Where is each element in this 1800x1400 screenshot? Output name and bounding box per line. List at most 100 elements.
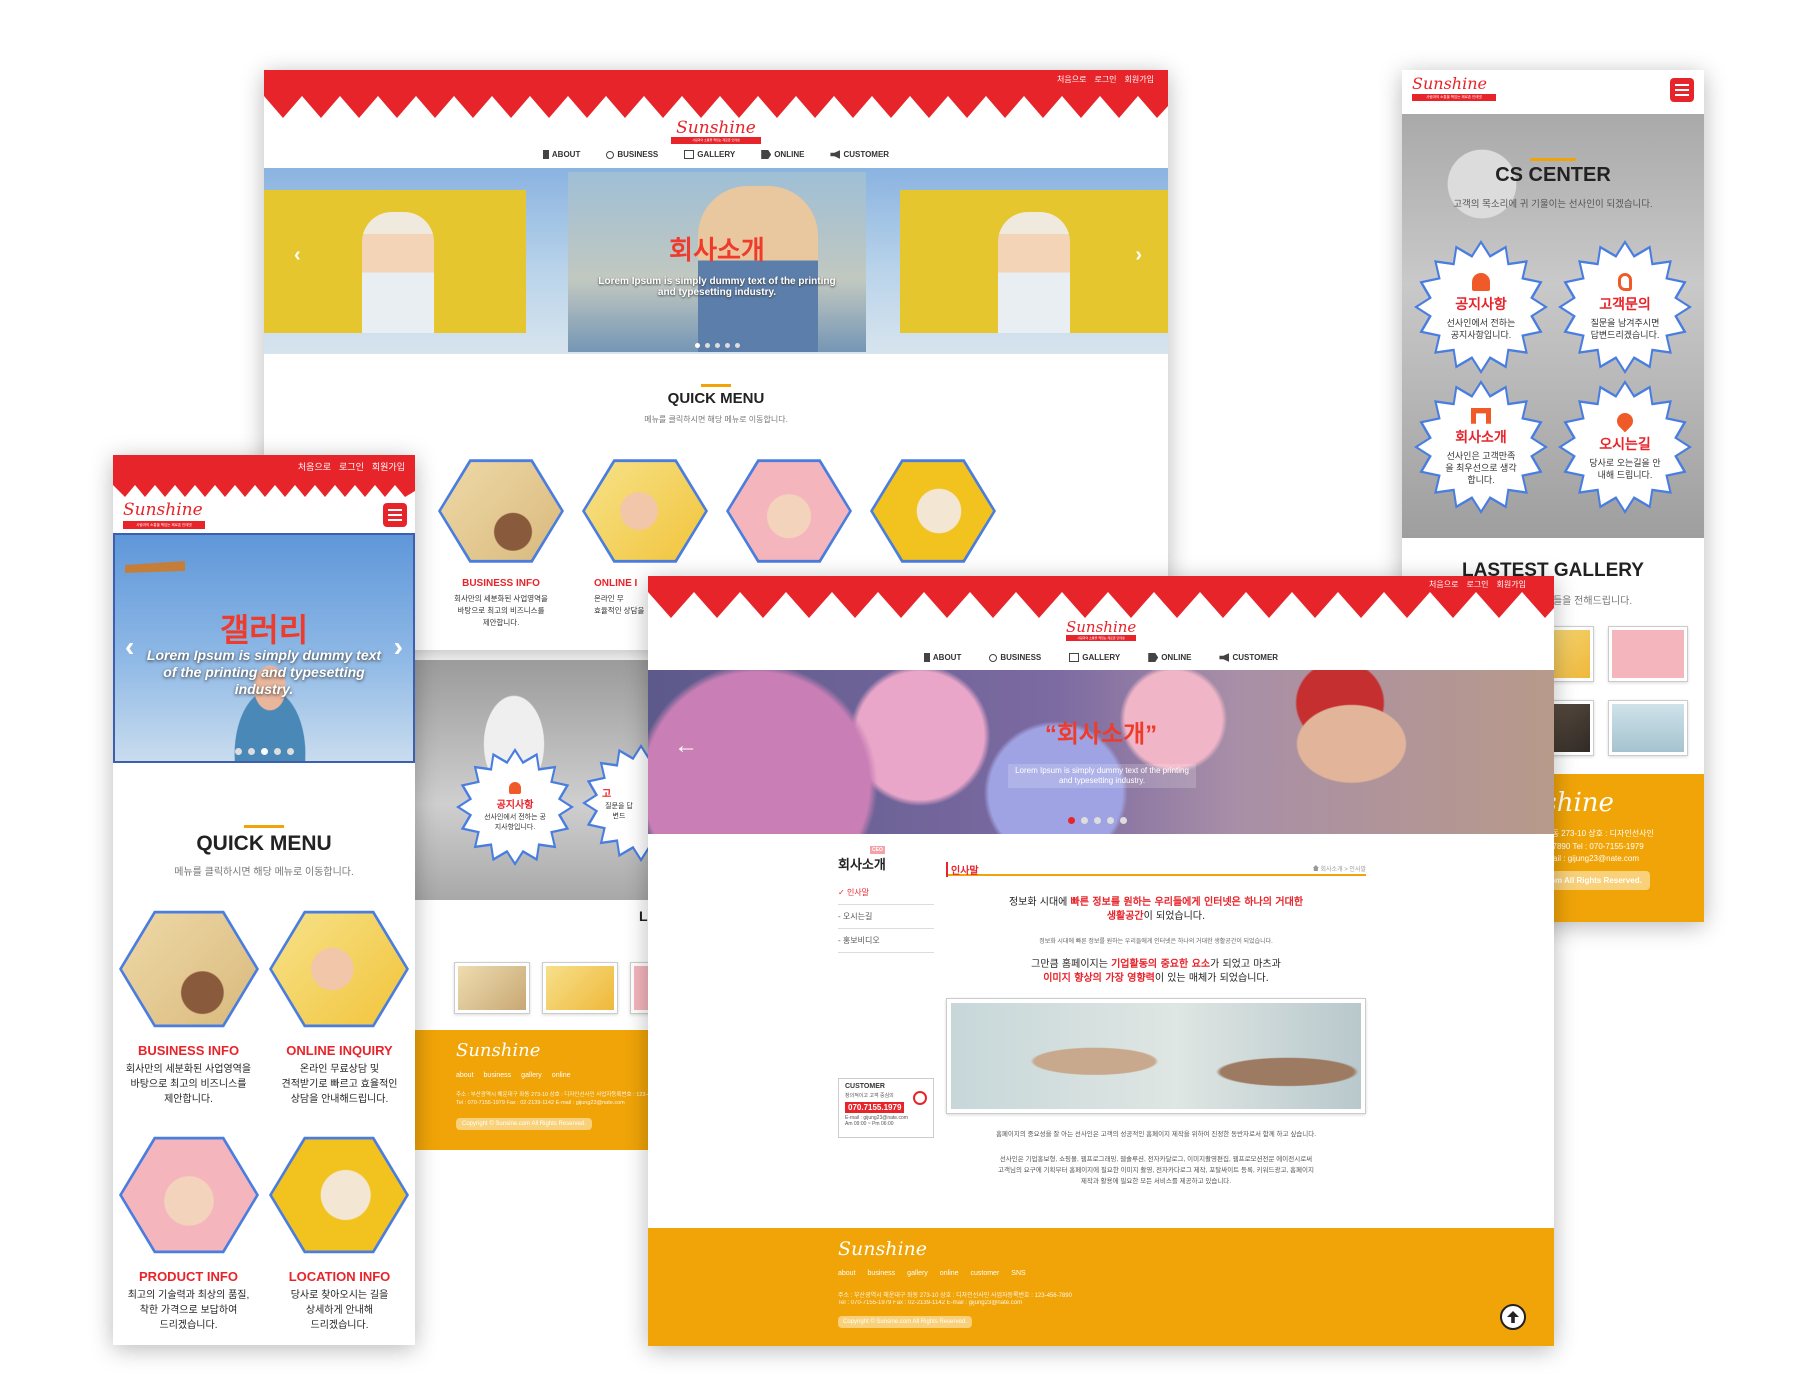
quick-item-desc: 당사로 찾아오시는 길을 <box>290 1290 389 1301</box>
slider-dot[interactable] <box>695 343 700 348</box>
globe-icon <box>606 150 615 159</box>
quick-hex-business[interactable] <box>438 459 564 563</box>
footer-link-gallery[interactable]: gallery <box>907 1270 928 1277</box>
slider-dot[interactable] <box>1068 817 1075 824</box>
slider-dot[interactable] <box>1081 817 1088 824</box>
menu-hamburger-icon[interactable] <box>383 503 407 527</box>
footer-link-business[interactable]: business <box>868 1270 896 1277</box>
logo[interactable]: Sunshine 사람과의 소통을 책임는 제로존 인테넷 <box>671 120 761 144</box>
footer-link-business[interactable]: business <box>484 1072 512 1079</box>
lead-highlight: 생활공간 <box>1106 911 1144 922</box>
gate-icon <box>1471 407 1491 424</box>
slider-dots <box>1068 817 1127 824</box>
customer-box[interactable]: CUSTOMER 창의적이고 고객 중심의 070.7155.1979 E-ma… <box>838 1078 934 1138</box>
gallery-thumb[interactable] <box>542 962 618 1014</box>
slider-dot[interactable] <box>735 343 740 348</box>
quick-hex-business[interactable] <box>119 910 259 1028</box>
top-bar: 처음으로 로그인 회원가입 <box>648 576 1554 618</box>
logo-tagline: 사람과의 소통을 책임는 제로존 인테넷 <box>123 521 205 529</box>
home-link[interactable]: 처음으로 <box>1429 579 1458 590</box>
next-arrow-icon[interactable]: › <box>394 631 403 663</box>
join-link[interactable]: 회원가입 <box>1497 579 1526 590</box>
lead-text: 가 되었고 마츠과 <box>1210 959 1281 970</box>
slider-dot[interactable] <box>725 343 730 348</box>
slider-dot[interactable] <box>1094 817 1101 824</box>
nav-gallery[interactable]: GALLERY <box>684 150 735 159</box>
quick-menu-subtitle: 메뉴를 클릭하시면 해당 메뉴로 이동합니다. <box>644 415 788 424</box>
nav-business[interactable]: BUSINESS <box>606 150 658 159</box>
slider-dot[interactable] <box>261 748 268 755</box>
prev-arrow-icon[interactable]: ‹ <box>125 631 134 663</box>
quick-hex-online[interactable] <box>269 910 409 1028</box>
footer-link-gallery[interactable]: gallery <box>521 1072 542 1079</box>
scroll-top-button[interactable] <box>1500 1304 1526 1330</box>
menu-hamburger-icon[interactable] <box>1670 78 1694 102</box>
gallery-thumb[interactable] <box>454 962 530 1014</box>
nav-about[interactable]: ABOUT <box>923 653 961 662</box>
nav-gallery[interactable]: GALLERY <box>1069 653 1120 662</box>
nav-business[interactable]: BUSINESS <box>989 653 1041 662</box>
lead-text: 그만큼 홈페이지는 <box>1031 959 1112 970</box>
quick-item-product[interactable]: PRODUCT INFO 최고의 기술력과 최상의 품질, 착한 가격으로 보답… <box>113 1269 264 1333</box>
nav-customer[interactable]: CUSTOMER <box>830 150 889 159</box>
quick-item-online[interactable]: ONLINE INQUIRY 온라인 무료상담 및 견적받기로 빠르고 효율적인… <box>264 1043 415 1107</box>
quick-hex-product[interactable] <box>726 459 852 563</box>
top-links: 처음으로 로그인 회원가입 <box>298 460 405 473</box>
join-link[interactable]: 회원가입 <box>372 460 405 473</box>
quick-item-desc: 상담을 안내해드립니다. <box>290 1094 389 1105</box>
logo[interactable]: Sunshine 사람과의 소통을 책임는 제로존 인테넷 <box>1066 620 1136 641</box>
logo[interactable]: Sunshine 사람과의 소통을 책임는 제로존 인테넷 <box>1412 76 1496 101</box>
home-link[interactable]: 처음으로 <box>1057 74 1086 85</box>
quick-item-business[interactable]: BUSINESS INFO 회사만의 세분화된 사업영역을 바탕으로 최고의 비… <box>434 578 568 629</box>
side-menu-item-video[interactable]: - 홍보비디오 <box>838 929 934 953</box>
nav-about[interactable]: ABOUT <box>542 150 580 159</box>
baby-hand-thumb-image <box>546 966 614 1010</box>
slider-dot[interactable] <box>705 343 710 348</box>
slider-dot[interactable] <box>1120 817 1127 824</box>
footer-link-sns[interactable]: SNS <box>1011 1270 1025 1277</box>
join-link[interactable]: 회원가입 <box>1125 74 1154 85</box>
quick-hex-product[interactable] <box>119 1136 259 1254</box>
side-menu-item-location[interactable]: - 오시는길 <box>838 905 934 929</box>
cs-burst-notice[interactable]: 공지사항 선사인에서 전하는 공지사항입니다. <box>456 748 574 866</box>
sky-plane-thumb-image <box>1612 704 1684 752</box>
page-title: 인사말 <box>946 862 979 877</box>
gallery-thumb[interactable] <box>1608 626 1688 682</box>
home-link[interactable]: 처음으로 <box>298 460 331 473</box>
quick-hex-location[interactable] <box>269 1136 409 1254</box>
login-link[interactable]: 로그인 <box>339 460 364 473</box>
side-menu-title-text: 회사소개 <box>838 857 886 872</box>
next-arrow-icon[interactable]: › <box>1135 244 1142 267</box>
quick-item-location[interactable]: LOCATION INFO 당사로 찾아오시는 길을 상세하게 안내해 드리겠습… <box>264 1269 415 1333</box>
cs-burst-desc: 질문을 답변드 <box>605 803 633 820</box>
nav-customer[interactable]: CUSTOMER <box>1219 653 1278 662</box>
logo[interactable]: Sunshine 사람과의 소통을 책임는 제로존 인테넷 <box>123 502 205 529</box>
login-link[interactable]: 로그인 <box>1466 579 1488 590</box>
slider-dot[interactable] <box>715 343 720 348</box>
slider-dot[interactable] <box>287 748 294 755</box>
baby-hand-image <box>272 913 406 1025</box>
footer-link-online[interactable]: online <box>552 1072 571 1079</box>
breadcrumb-text: 회사소개 > 인사말 <box>1320 867 1366 873</box>
quick-item-business[interactable]: BUSINESS INFO 회사만의 세분화된 사업영역을 바탕으로 최고의 비… <box>113 1043 264 1107</box>
login-link[interactable]: 로그인 <box>1094 74 1116 85</box>
footer-link-about[interactable]: about <box>838 1270 856 1277</box>
slider-dot[interactable] <box>235 748 242 755</box>
prev-arrow-icon[interactable]: ‹ <box>294 244 301 267</box>
quick-item-title: PRODUCT INFO <box>139 1269 238 1284</box>
nav-online[interactable]: ONLINE <box>761 150 804 159</box>
footer-link-about[interactable]: about <box>456 1072 474 1079</box>
footer-link-customer[interactable]: customer <box>970 1270 999 1277</box>
slider-dot[interactable] <box>1107 817 1114 824</box>
side-menu-item-greeting[interactable]: ✓ 인사말 <box>838 881 934 905</box>
nav-online[interactable]: ONLINE <box>1148 653 1191 662</box>
quick-item-title: ONLINE INQUIRY <box>286 1043 393 1058</box>
slider-dot[interactable] <box>274 748 281 755</box>
quick-item-desc: 바탕으로 최고의 비즈니스를 <box>457 606 545 615</box>
quick-hex-online[interactable] <box>582 459 708 563</box>
footer-link-online[interactable]: online <box>940 1270 959 1277</box>
gallery-thumb[interactable] <box>1608 700 1688 756</box>
slider-dot[interactable] <box>248 748 255 755</box>
megaphone-icon <box>830 150 841 159</box>
quick-hex-location[interactable] <box>870 459 996 563</box>
